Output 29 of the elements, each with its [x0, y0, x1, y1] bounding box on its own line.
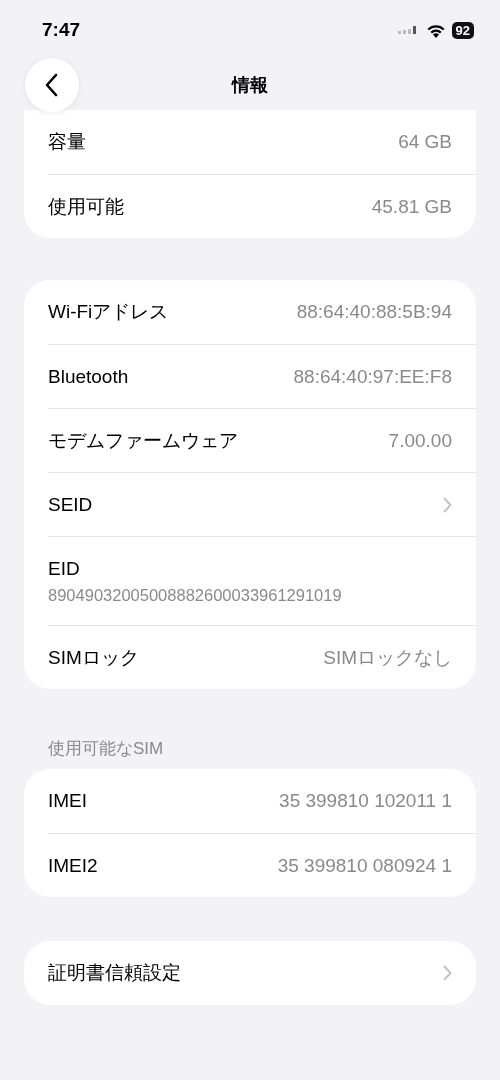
- chevron-right-icon: [443, 965, 452, 981]
- row-value: 35 399810 102011 1: [279, 790, 452, 812]
- row-label: Bluetooth: [48, 365, 129, 388]
- chevron-right-icon: [443, 496, 452, 513]
- row-value: 88:64:40:88:5B:94: [296, 301, 452, 323]
- status-time: 7:47: [42, 19, 81, 41]
- section-header: 使用可能なSIM: [47, 738, 165, 760]
- row-label: 容量: [48, 130, 86, 154]
- list-item[interactable]: 証明書信頼設定: [48, 941, 476, 1005]
- row-value: SIMロックなし: [323, 645, 452, 670]
- row-label: 使用可能: [48, 194, 124, 219]
- row-value: 7.00.00: [388, 429, 452, 452]
- row-value: 45.81 GB: [371, 195, 452, 218]
- row-value: 89049032005008882600033961291019: [48, 585, 342, 605]
- back-button[interactable]: [25, 58, 79, 112]
- row-value: 88:64:40:97:EE:F8: [293, 365, 452, 388]
- row-label: IMEI: [48, 790, 88, 812]
- row-label: Wi-Fiアドレス: [48, 300, 169, 324]
- wifi-icon: [425, 22, 446, 38]
- battery-level: 92: [451, 21, 474, 39]
- list-item[interactable]: SEID: [48, 472, 476, 536]
- row-label: モデムファームウェア: [48, 428, 238, 453]
- row-label: EID: [48, 557, 80, 580]
- row-label: SIMロック: [48, 645, 139, 670]
- chevron-left-icon: [45, 73, 59, 97]
- row-value: 35 399810 080924 1: [277, 854, 452, 877]
- row-value: 64 GB: [398, 131, 452, 153]
- row-label: IMEI2: [48, 854, 98, 877]
- page-title: 情報: [232, 74, 268, 97]
